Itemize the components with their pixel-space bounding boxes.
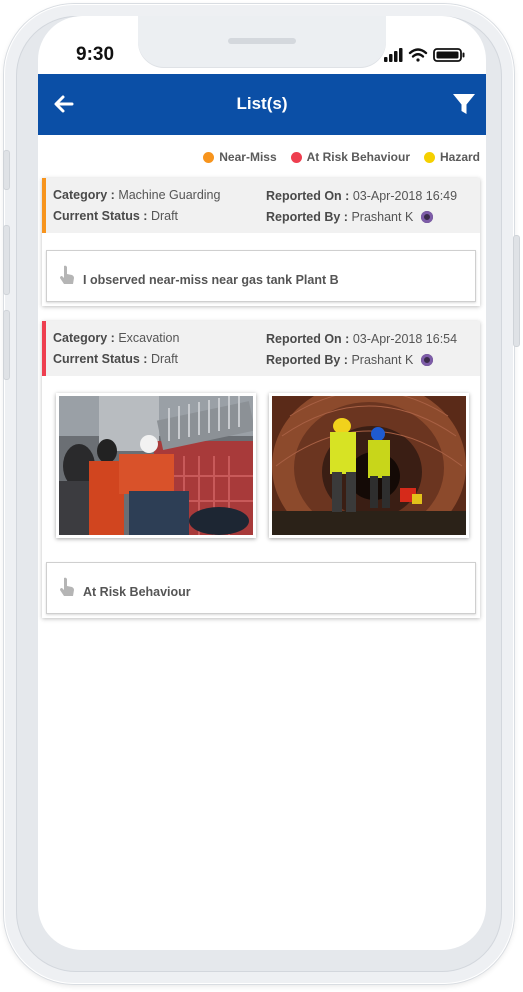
- reported-on-field: Reported On : 03-Apr-2018 16:49: [266, 189, 457, 203]
- reported-by-field: Reported By : Prashant K: [266, 353, 433, 367]
- mute-switch: [3, 150, 10, 190]
- phone-screen: 9:30 List(s) Near-Miss At Risk Behaviour…: [38, 16, 486, 950]
- user-avatar-icon: [420, 211, 433, 223]
- notch: [138, 16, 386, 68]
- status-value: Draft: [150, 352, 179, 366]
- type-indicator: [42, 321, 46, 376]
- status-field: Current Status : Draft: [53, 209, 178, 223]
- category-label: Category :: [53, 331, 115, 345]
- workers-with-machinery-photo[interactable]: [56, 393, 256, 538]
- hand-pointer-icon: [60, 577, 74, 596]
- legend: Near-Miss At Risk Behaviour Hazard: [203, 150, 480, 164]
- filter-icon: [453, 94, 475, 114]
- legend-label: At Risk Behaviour: [306, 150, 410, 164]
- legend-label: Near-Miss: [219, 150, 277, 164]
- report-card[interactable]: Category : Machine Guarding Current Stat…: [42, 178, 480, 306]
- near-miss-dot: [203, 151, 215, 163]
- tunnel-workers-photo[interactable]: [269, 393, 469, 538]
- description-text: At Risk Behaviour: [83, 585, 191, 599]
- volume-down-button: [3, 310, 10, 380]
- category-field: Category : Excavation: [53, 331, 179, 345]
- legend-label: Hazard: [439, 150, 480, 164]
- legend-at-risk-behaviour: At Risk Behaviour: [290, 150, 410, 164]
- page-title: List(s): [236, 94, 288, 113]
- category-value: Machine Guarding: [118, 188, 221, 202]
- reported-by-value: Prashant K: [351, 210, 414, 224]
- status-icons: [384, 46, 470, 64]
- reported-by-field: Reported By : Prashant K: [266, 210, 433, 224]
- volume-up-button: [3, 225, 10, 295]
- legend-hazard: Hazard: [423, 150, 480, 164]
- status-label: Current Status :: [53, 352, 148, 366]
- battery-icon: [433, 48, 465, 62]
- photo-image: [272, 396, 466, 535]
- reported-by-label: Reported By :: [266, 210, 348, 224]
- category-field: Category : Machine Guarding: [53, 188, 220, 202]
- wifi-icon: [408, 48, 428, 62]
- reported-by-value: Prashant K: [351, 353, 414, 367]
- status-field: Current Status : Draft: [53, 352, 178, 366]
- reported-on-field: Reported On : 03-Apr-2018 16:54: [266, 332, 457, 346]
- reported-on-value: 03-Apr-2018 16:49: [352, 189, 458, 203]
- hand-pointer-icon: [60, 265, 74, 284]
- filter-button[interactable]: [452, 92, 476, 116]
- legend-near-miss: Near-Miss: [203, 150, 277, 164]
- category-value: Excavation: [118, 331, 180, 345]
- power-button: [513, 235, 520, 347]
- status-label: Current Status :: [53, 209, 148, 223]
- signal-icon: [384, 48, 403, 62]
- status-time: 9:30: [76, 44, 115, 65]
- photo-image: [59, 396, 253, 535]
- hazard-dot: [423, 151, 435, 163]
- description-box[interactable]: At Risk Behaviour: [46, 562, 476, 614]
- description-text: I observed near-miss near gas tank Plant…: [83, 273, 339, 287]
- card-header: Category : Excavation Current Status : D…: [42, 321, 480, 376]
- at-risk-dot: [290, 151, 302, 163]
- app-bar: List(s): [38, 74, 486, 135]
- category-label: Category :: [53, 188, 115, 202]
- reported-on-label: Reported On :: [266, 332, 350, 346]
- reported-on-label: Reported On :: [266, 189, 350, 203]
- report-card[interactable]: Category : Excavation Current Status : D…: [42, 321, 480, 618]
- card-header: Category : Machine Guarding Current Stat…: [42, 178, 480, 233]
- status-value: Draft: [150, 209, 179, 223]
- description-box[interactable]: I observed near-miss near gas tank Plant…: [46, 250, 476, 302]
- user-avatar-icon: [420, 354, 433, 366]
- reported-on-value: 03-Apr-2018 16:54: [352, 332, 458, 346]
- type-indicator: [42, 178, 46, 233]
- speaker: [228, 38, 296, 44]
- reported-by-label: Reported By :: [266, 353, 348, 367]
